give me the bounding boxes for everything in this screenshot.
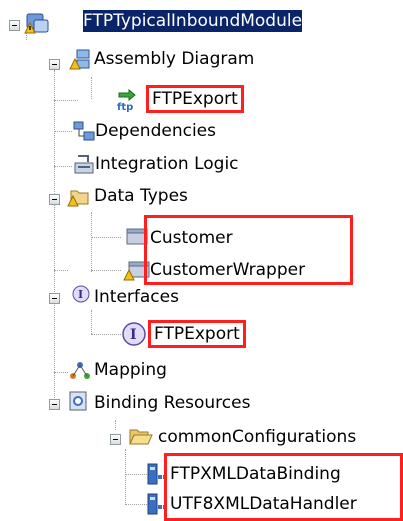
folder-open-icon bbox=[128, 425, 153, 447]
tree-line bbox=[115, 420, 116, 430]
tree-item-data-types[interactable]: Data Types bbox=[94, 185, 188, 207]
ftp-export-icon: ftp bbox=[117, 88, 139, 113]
tree-line bbox=[54, 100, 78, 101]
tree-item-common-configurations[interactable]: commonConfigurations bbox=[158, 426, 356, 448]
collapse-toggle[interactable] bbox=[49, 59, 60, 70]
collapse-toggle[interactable] bbox=[49, 194, 60, 205]
data-handler-icon bbox=[145, 492, 167, 515]
tree-item-dependencies[interactable]: Dependencies bbox=[95, 120, 216, 142]
dependencies-icon bbox=[72, 120, 95, 142]
integration-logic-icon bbox=[72, 153, 94, 175]
data-binding-icon bbox=[145, 462, 167, 485]
svg-text:I: I bbox=[78, 288, 83, 301]
collapse-toggle[interactable] bbox=[110, 434, 121, 445]
tree-item-ftp-export[interactable]: FTPExport bbox=[146, 85, 244, 113]
assembly-diagram-warning-icon bbox=[69, 48, 91, 70]
business-object-icon bbox=[125, 225, 148, 247]
tree-line bbox=[91, 237, 121, 238]
tree-line bbox=[54, 70, 55, 410]
tree-line bbox=[125, 449, 126, 505]
binding-resources-icon bbox=[68, 390, 90, 412]
interfaces-icon: I bbox=[70, 283, 92, 305]
highlight-box bbox=[164, 453, 403, 521]
tree-item-integration-logic[interactable]: Integration Logic bbox=[95, 153, 239, 175]
tree-line bbox=[54, 372, 68, 373]
business-object-warning-icon bbox=[123, 258, 150, 281]
mapping-icon bbox=[68, 360, 90, 382]
tree-item-root[interactable]: FTPTypicalInboundModule bbox=[81, 9, 304, 33]
tree-line bbox=[91, 212, 92, 272]
tree-item-mapping[interactable]: Mapping bbox=[94, 359, 167, 381]
tree-line bbox=[91, 334, 121, 335]
tree-line bbox=[125, 474, 147, 475]
collapse-toggle[interactable] bbox=[49, 399, 60, 410]
data-types-warning-icon bbox=[67, 185, 89, 207]
tree-line bbox=[91, 270, 121, 271]
module-tree: FTPTypicalInboundModule Assembly Diagram… bbox=[0, 0, 403, 521]
tree-line bbox=[54, 270, 68, 271]
tree-line bbox=[125, 504, 147, 505]
tree-line bbox=[54, 166, 72, 167]
module-warning-icon bbox=[24, 10, 49, 34]
tree-item-binding-resources[interactable]: Binding Resources bbox=[94, 392, 250, 414]
interface-icon: I bbox=[121, 321, 146, 346]
svg-text:I: I bbox=[130, 327, 137, 343]
collapse-toggle[interactable] bbox=[49, 293, 60, 304]
highlight-box bbox=[144, 215, 353, 285]
tree-item-interface-ftp-export[interactable]: FTPExport bbox=[148, 320, 246, 348]
tree-line bbox=[91, 77, 92, 99]
collapse-toggle[interactable] bbox=[9, 20, 20, 31]
tree-item-interfaces[interactable]: Interfaces bbox=[94, 286, 179, 308]
svg-text:ftp: ftp bbox=[117, 102, 133, 112]
tree-line bbox=[54, 131, 72, 132]
tree-item-assembly-diagram[interactable]: Assembly Diagram bbox=[94, 48, 254, 70]
tree-line bbox=[91, 310, 92, 334]
